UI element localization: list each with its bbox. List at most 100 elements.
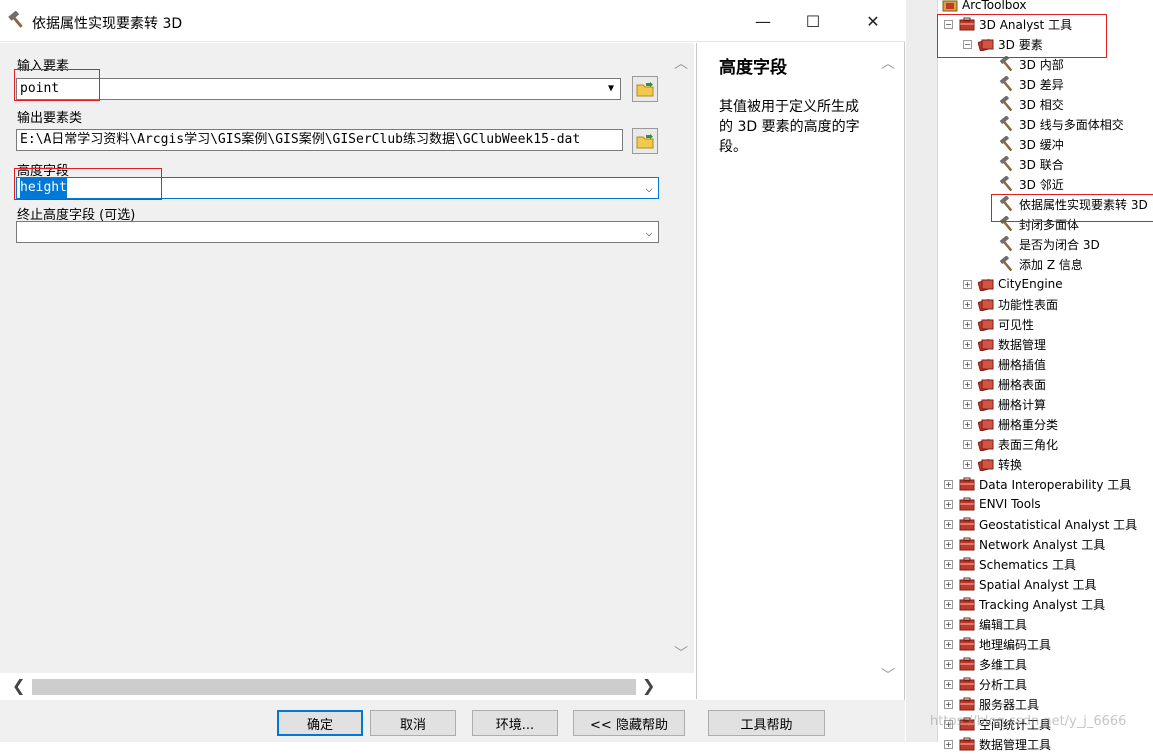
tree-item-label: 地理编码工具 xyxy=(979,637,1052,652)
toolbox-icon xyxy=(959,697,975,711)
parameters-vertical-scrollbar[interactable]: ︿ ﹀ xyxy=(670,43,694,673)
expand-toggle-icon[interactable]: + xyxy=(963,279,972,289)
tree-item-tool[interactable]: 3D 邻近 xyxy=(998,174,1064,194)
tree-item-toolset[interactable]: + CityEngine xyxy=(963,274,1063,294)
browse-output-button[interactable] xyxy=(632,128,658,154)
chevron-down-icon[interactable]: ⌵ xyxy=(640,222,658,242)
scrollbar-thumb[interactable] xyxy=(32,679,636,695)
hammer-icon xyxy=(999,235,1013,251)
parameters-horizontal-scrollbar[interactable]: ❮ ❯ xyxy=(8,676,660,698)
tree-item-toolbox[interactable]: + ENVI Tools xyxy=(944,494,1041,514)
tree-item-toolbox[interactable]: + Network Analyst 工具 xyxy=(944,534,1105,554)
tree-item-toolbox[interactable]: + 地理编码工具 xyxy=(944,634,1051,654)
expand-toggle-icon[interactable]: + xyxy=(944,639,953,649)
tree-item-tool[interactable]: 添加 Z 信息 xyxy=(998,254,1083,274)
tree-item-label: Spatial Analyst 工具 xyxy=(979,577,1097,592)
tree-item-toolbox[interactable]: + 编辑工具 xyxy=(944,614,1027,634)
tree-item-label: 栅格重分类 xyxy=(998,417,1059,432)
toolbox-icon xyxy=(959,737,975,751)
tree-item-label: 服务器工具 xyxy=(979,697,1040,712)
expand-toggle-icon[interactable]: + xyxy=(944,499,953,509)
tree-item-toolbox[interactable]: + 多维工具 xyxy=(944,654,1027,674)
expand-toggle-icon[interactable]: + xyxy=(963,439,972,449)
minimize-button[interactable]: — xyxy=(740,6,786,36)
tree-item-toolbox[interactable]: + Data Interoperability 工具 xyxy=(944,474,1131,494)
tree-item-toolset[interactable]: + 表面三角化 xyxy=(963,434,1058,454)
tool-help-button[interactable]: 工具帮助 xyxy=(708,710,825,736)
hammer-icon xyxy=(999,255,1013,271)
annotation-box xyxy=(991,194,1153,222)
tree-item-arctoolbox[interactable]: ArcToolbox xyxy=(942,0,1026,15)
expand-toggle-icon[interactable]: + xyxy=(944,559,953,569)
tree-item-label: Data Interoperability 工具 xyxy=(979,477,1132,492)
tree-item-toolbox[interactable]: + Geostatistical Analyst 工具 xyxy=(944,514,1137,534)
expand-toggle-icon[interactable]: + xyxy=(963,359,972,369)
tree-item-toolbox[interactable]: + 服务器工具 xyxy=(944,694,1039,714)
help-vertical-scrollbar[interactable]: ︿ ﹀ xyxy=(877,43,901,693)
tree-item-label: ENVI Tools xyxy=(979,497,1041,511)
expand-toggle-icon[interactable]: + xyxy=(963,299,972,309)
expand-toggle-icon[interactable]: + xyxy=(963,379,972,389)
expand-toggle-icon[interactable]: + xyxy=(944,679,953,689)
tree-item-tool[interactable]: 3D 差异 xyxy=(998,74,1064,94)
tree-item-tool[interactable]: 3D 线与多面体相交 xyxy=(998,114,1124,134)
tree-item-toolset[interactable]: + 功能性表面 xyxy=(963,294,1058,314)
toolbox-icon xyxy=(959,657,975,671)
tree-item-toolbox[interactable]: + 数据管理工具 xyxy=(944,734,1051,754)
tree-item-toolbox[interactable]: + 分析工具 xyxy=(944,674,1027,694)
expand-toggle-icon[interactable]: + xyxy=(963,419,972,429)
expand-toggle-icon[interactable]: + xyxy=(944,739,953,749)
expand-toggle-icon[interactable]: + xyxy=(963,339,972,349)
tree-item-toolbox[interactable]: + Schematics 工具 xyxy=(944,554,1076,574)
tree-item-toolset[interactable]: + 栅格表面 xyxy=(963,374,1046,394)
tree-item-toolset[interactable]: + 数据管理 xyxy=(963,334,1046,354)
expand-toggle-icon[interactable]: + xyxy=(944,479,953,489)
expand-toggle-icon[interactable]: + xyxy=(944,599,953,609)
chevron-down-icon[interactable]: ⌵ xyxy=(640,178,658,198)
scroll-down-icon[interactable]: ﹀ xyxy=(881,665,895,685)
expand-toggle-icon[interactable]: + xyxy=(963,459,972,469)
toolset-icon xyxy=(978,418,994,431)
tree-item-toolset[interactable]: + 栅格计算 xyxy=(963,394,1046,414)
hide-help-button[interactable]: << 隐藏帮助 xyxy=(573,710,685,736)
expand-toggle-icon[interactable]: + xyxy=(944,539,953,549)
input-features-combo[interactable]: point ▼ xyxy=(16,78,621,100)
tree-item-label: 3D 缓冲 xyxy=(1019,137,1064,152)
tree-item-toolbox[interactable]: + Spatial Analyst 工具 xyxy=(944,574,1097,594)
environments-button[interactable]: 环境... xyxy=(472,710,558,736)
tree-item-toolset[interactable]: + 栅格重分类 xyxy=(963,414,1058,434)
close-button[interactable]: ✕ xyxy=(850,6,896,36)
tree-item-toolbox[interactable]: + Tracking Analyst 工具 xyxy=(944,594,1105,614)
expand-toggle-icon[interactable]: + xyxy=(944,659,953,669)
tree-item-toolset[interactable]: + 转换 xyxy=(963,454,1022,474)
panel-strip xyxy=(906,0,938,742)
scroll-up-icon[interactable]: ︿ xyxy=(881,53,895,73)
expand-toggle-icon[interactable]: + xyxy=(944,579,953,589)
annotation-box xyxy=(14,69,100,101)
tree-item-toolset[interactable]: + 可见性 xyxy=(963,314,1034,334)
expand-toggle-icon[interactable]: + xyxy=(963,319,972,329)
scroll-right-icon[interactable]: ❯ xyxy=(642,676,655,695)
expand-toggle-icon[interactable]: + xyxy=(944,519,953,529)
scroll-left-icon[interactable]: ❮ xyxy=(12,676,25,695)
scroll-up-icon[interactable]: ︿ xyxy=(674,53,688,73)
scroll-down-icon[interactable]: ﹀ xyxy=(674,643,688,663)
toolbox-icon xyxy=(959,537,975,551)
expand-toggle-icon[interactable]: + xyxy=(963,399,972,409)
maximize-button[interactable]: ☐ xyxy=(790,6,836,36)
ok-button[interactable]: 确定 xyxy=(277,710,363,736)
tree-item-tool[interactable]: 3D 联合 xyxy=(998,154,1064,174)
tree-item-label: 栅格表面 xyxy=(998,377,1047,392)
tree-item-tool[interactable]: 3D 相交 xyxy=(998,94,1064,114)
output-features-field[interactable]: E:\A日常学习资料\Arcgis学习\GIS案例\GIS案例\GISerClu… xyxy=(16,129,623,151)
tree-item-tool[interactable]: 是否为闭合 3D xyxy=(998,234,1100,254)
dropdown-arrow-icon[interactable]: ▼ xyxy=(602,79,620,99)
cancel-button[interactable]: 取消 xyxy=(370,710,456,736)
expand-toggle-icon[interactable]: + xyxy=(944,699,953,709)
expand-toggle-icon[interactable]: + xyxy=(944,619,953,629)
tree-item-label: 3D 内部 xyxy=(1019,57,1064,72)
browse-input-button[interactable] xyxy=(632,76,658,102)
tree-item-tool[interactable]: 3D 缓冲 xyxy=(998,134,1064,154)
tree-item-toolset[interactable]: + 栅格插值 xyxy=(963,354,1046,374)
to-height-field-combo[interactable]: ⌵ xyxy=(16,221,659,243)
